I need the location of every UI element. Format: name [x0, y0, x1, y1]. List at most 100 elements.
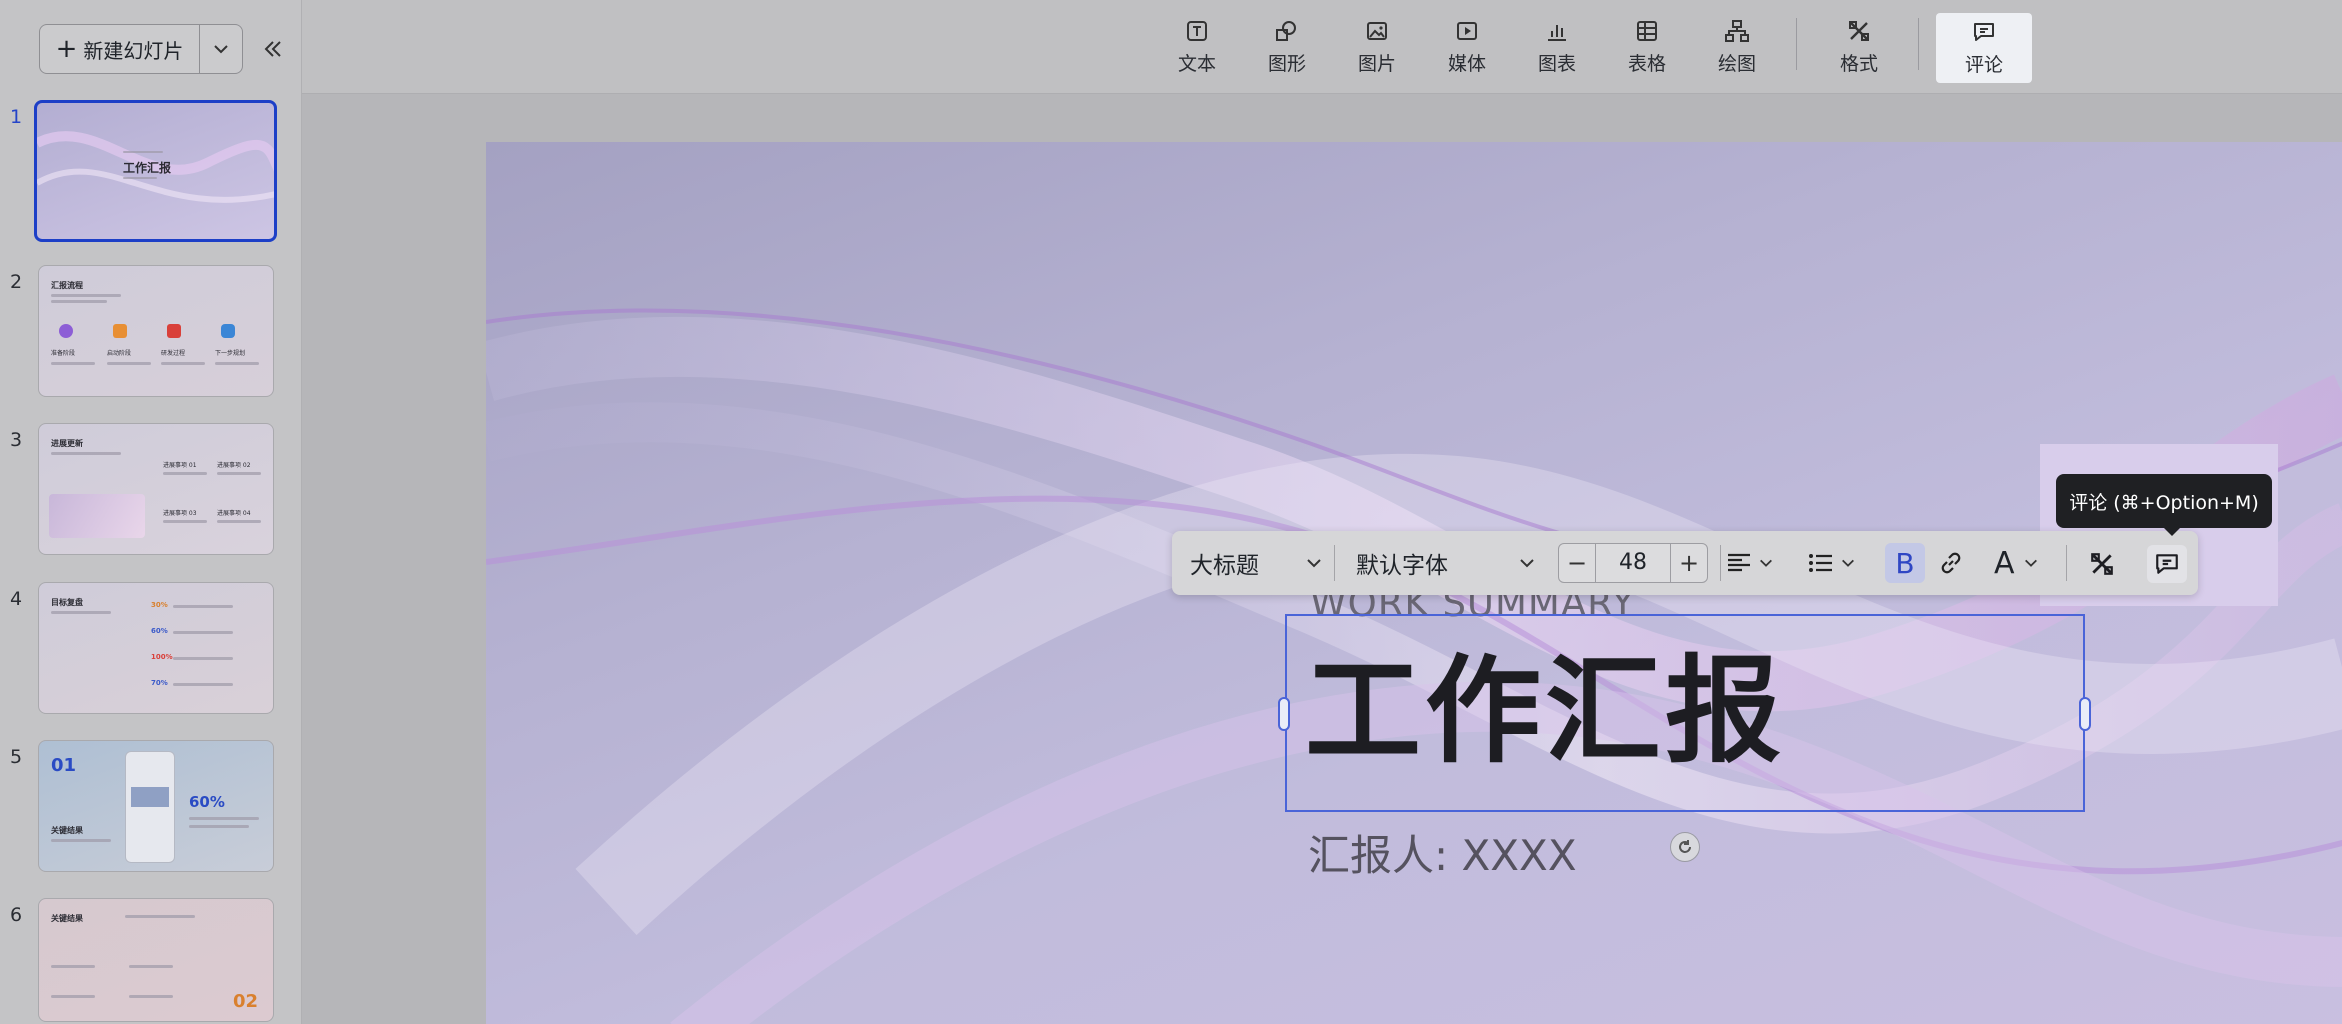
slide-title[interactable]: 工作汇报 [1305, 648, 1785, 776]
slide-thumbnail-2[interactable]: 汇报流程 准备阶段 启动阶段 研发过程 下一步规划 [38, 265, 274, 397]
thumb-percent: 30% [151, 601, 168, 609]
thumb-title: 关键结果 [51, 826, 83, 835]
tool-text[interactable]: 文本 [1154, 14, 1240, 80]
align-left-icon [1728, 553, 1750, 572]
tool-label: 评论 [1964, 53, 2003, 76]
tool-table[interactable]: 表格 [1604, 14, 1690, 80]
font-value: 默认字体 [1356, 553, 1448, 579]
tool-format[interactable]: 格式 [1816, 14, 1902, 80]
tool-chart[interactable]: 图表 [1514, 14, 1600, 80]
slide-thumbnail-5[interactable]: 01 关键结果 60% [38, 740, 274, 872]
tool-shape[interactable]: 图形 [1244, 14, 1330, 80]
text-color-icon: A [1994, 545, 2015, 581]
list-dropdown[interactable] [1808, 531, 1856, 595]
thumb-label: 启动阶段 [107, 350, 132, 357]
slide-number: 4 [10, 588, 23, 610]
tool-image[interactable]: 图片 [1334, 14, 1420, 80]
comment-icon [2156, 554, 2178, 574]
chevron-down-icon [1842, 559, 1854, 567]
plus-icon: + [55, 34, 78, 64]
bar-chart-icon [1548, 24, 1566, 41]
thumb-label: 下一步规划 [215, 350, 246, 357]
slide-number: 3 [10, 429, 23, 451]
double-chevron-left-icon [264, 41, 281, 57]
align-dropdown[interactable] [1726, 531, 1774, 595]
slide-sidebar: + 新建幻灯片 1 工作汇报 2 汇报流程 准备阶段 启动阶段 研发过程 下一步… [0, 0, 302, 1024]
format-tools-icon [2091, 553, 2113, 575]
org-chart-icon [1725, 19, 1749, 42]
thumb-label: 进展事项 02 [217, 462, 251, 469]
slide-number: 6 [10, 904, 23, 926]
toolbar-divider [1918, 18, 1919, 70]
add-comment-button[interactable] [2147, 545, 2187, 583]
comment-tooltip: 评论 (⌘+Option+M) [2056, 474, 2272, 536]
thumb-label: 研发过程 [161, 350, 186, 357]
slide-thumb-row: 5 01 关键结果 60% [0, 740, 302, 874]
new-slide-label: 新建幻灯片 [83, 38, 184, 63]
link-button[interactable] [1938, 531, 1964, 595]
text-style-dropdown[interactable]: 大标题 [1190, 531, 1323, 595]
bold-button[interactable]: B [1885, 543, 1925, 583]
thumb-label: 进展事项 01 [163, 462, 197, 469]
collapse-sidebar-button[interactable] [258, 34, 288, 64]
font-size-value[interactable]: 48 [1595, 544, 1671, 582]
link-icon [1941, 552, 1961, 574]
thumb-big-number: 01 [51, 755, 77, 776]
chevron-down-icon [1520, 559, 1534, 568]
slide-thumb-row: 4 目标复盘 30% 60% 100% 70% [0, 582, 302, 716]
insert-toolbar: 文本 图形 图片 媒体 图表 表格 绘图 格式 评论 [302, 0, 2342, 94]
bold-icon: B [1895, 546, 1915, 580]
format-divider [1720, 545, 1721, 581]
thumb-title: 关键结果 [51, 914, 83, 923]
slide-thumb-row: 6 关键结果 02 [0, 898, 302, 1024]
slide-number: 5 [10, 746, 23, 768]
text-color-dropdown[interactable]: A [1994, 531, 2039, 595]
font-size-decrease-button[interactable]: − [1559, 549, 1595, 577]
chevron-down-icon [2024, 559, 2037, 567]
tool-label: 格式 [1839, 52, 1878, 75]
thumb-percent: 60% [189, 793, 225, 811]
tool-drawing[interactable]: 绘图 [1694, 14, 1780, 80]
format-painter-button[interactable] [2082, 545, 2122, 583]
toolbar-divider [1796, 18, 1797, 70]
resize-handle-right[interactable] [2079, 697, 2091, 731]
text-box-icon [1187, 20, 1207, 41]
slide-thumbnail-6[interactable]: 关键结果 02 [38, 898, 274, 1022]
resize-handle-left[interactable] [1278, 697, 1290, 731]
tool-label: 表格 [1627, 52, 1666, 75]
thumb-label: 准备阶段 [51, 350, 76, 357]
chevron-down-icon [1760, 559, 1772, 567]
slide-thumbnail-1[interactable]: 工作汇报 [34, 100, 277, 242]
tool-comment[interactable]: 评论 [1936, 13, 2032, 83]
new-slide-menu-button[interactable] [200, 25, 242, 73]
thumb-percent: 60% [151, 627, 168, 635]
thumb-label: 进展事项 03 [163, 510, 197, 517]
font-size-stepper: − 48 + [1558, 543, 1708, 583]
chevron-down-icon [1307, 559, 1321, 568]
tool-media[interactable]: 媒体 [1424, 14, 1510, 80]
slide-thumbnail-3[interactable]: 进展更新 进展事项 01 进展事项 02 进展事项 03 进展事项 04 [38, 423, 274, 555]
rotate-icon [1679, 840, 1691, 853]
new-slide-group: + 新建幻灯片 [39, 24, 243, 74]
font-dropdown[interactable]: 默认字体 [1356, 531, 1536, 595]
font-size-increase-button[interactable]: + [1671, 549, 1707, 577]
slide-thumb-row: 2 汇报流程 准备阶段 启动阶段 研发过程 下一步规划 [0, 265, 302, 399]
rotate-handle[interactable] [1670, 832, 1700, 862]
thumb-label: 进展事项 04 [217, 510, 251, 517]
thumb-percent: 100% [151, 653, 173, 661]
shapes-icon [1276, 20, 1296, 41]
tool-label: 媒体 [1447, 52, 1486, 75]
comment-icon [1974, 22, 1994, 41]
slide-thumbnail-4[interactable]: 目标复盘 30% 60% 100% 70% [38, 582, 274, 714]
tool-label: 绘图 [1717, 52, 1756, 75]
slide-reporter[interactable]: 汇报人: XXXX [1308, 822, 1577, 883]
new-slide-button[interactable]: + 新建幻灯片 [40, 25, 200, 73]
table-icon [1637, 20, 1657, 41]
slide-number: 2 [10, 271, 23, 293]
tool-label: 图表 [1537, 52, 1576, 75]
format-divider [1334, 545, 1335, 581]
bulleted-list-icon [1809, 554, 1832, 572]
text-format-bar: 大标题 默认字体 − 48 + B A [1172, 531, 2198, 595]
tool-label: 文本 [1177, 52, 1216, 75]
format-divider [2066, 545, 2067, 581]
